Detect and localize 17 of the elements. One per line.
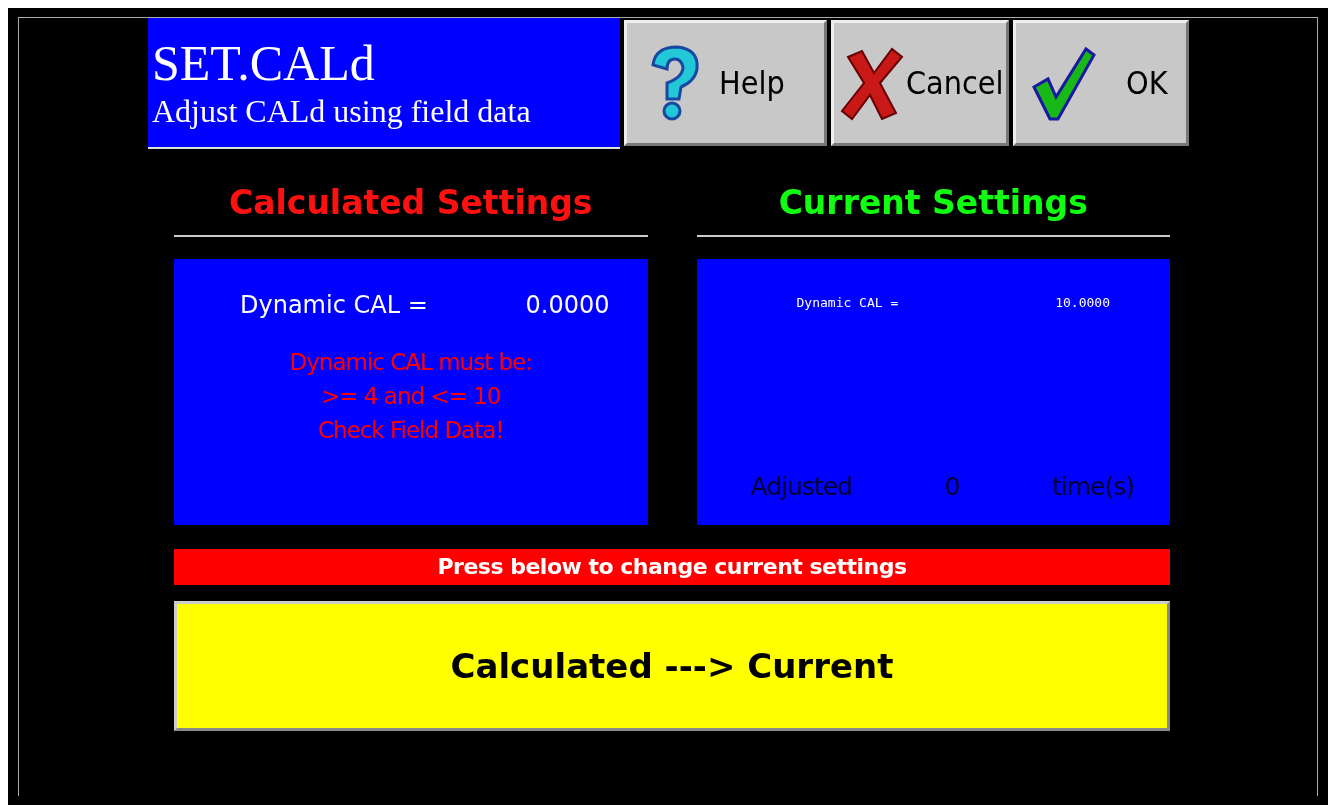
adjusted-unit: time(s) (1051, 472, 1134, 501)
ok-button[interactable]: OK (1013, 20, 1189, 146)
setting-label: Dynamic CAL = (796, 295, 899, 310)
transfer-button[interactable]: Calculated ---> Current (174, 601, 1170, 731)
setting-label: Dynamic CAL = (240, 291, 428, 319)
setting-value: 10.0000 (1055, 295, 1110, 310)
adjusted-count: 0 (944, 472, 960, 501)
adjusted-label: Adjusted (750, 472, 852, 501)
calculated-heading: Calculated Settings (174, 179, 648, 237)
screen-title: SET.CALd (152, 34, 376, 91)
cancel-button[interactable]: Cancel (831, 20, 1009, 146)
screen-subtitle: Adjust CALd using field data (152, 91, 532, 131)
help-button[interactable]: Help (624, 20, 827, 146)
warning-message: Dynamic CAL must be: >= 4 and <= 10 Check Field Data! (288, 348, 533, 445)
setting-value: 0.0000 (525, 291, 610, 319)
current-heading: Current Settings (696, 179, 1170, 237)
instruction-banner: Press below to change current settings (174, 549, 1170, 585)
